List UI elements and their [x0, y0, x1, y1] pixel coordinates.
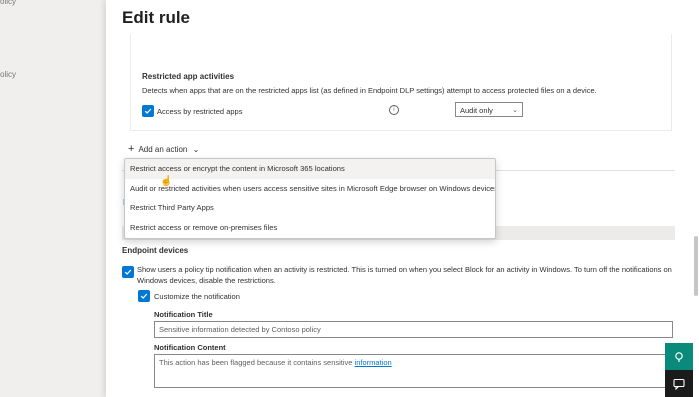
access-restricted-apps-label: Access by restricted apps	[157, 107, 243, 116]
check-icon	[140, 293, 148, 299]
chat-icon	[673, 378, 685, 390]
notification-title-value: Sensitive information detected by Contos…	[159, 325, 321, 334]
info-icon[interactable]: i	[389, 105, 399, 115]
left-navigation: olicy olicy	[0, 0, 106, 397]
customize-notification-checkbox[interactable]	[138, 290, 150, 302]
chevron-down-icon: ⌄	[192, 145, 200, 154]
restricted-app-heading: Restricted app activities	[142, 72, 235, 81]
feedback-icon	[675, 351, 683, 362]
access-restricted-apps-checkbox[interactable]	[142, 105, 154, 117]
page-title: Edit rule	[122, 8, 191, 27]
cursor-icon: ☝	[160, 176, 173, 187]
menu-item-restrict-third-party-apps[interactable]: Restrict Third Party Apps	[125, 198, 495, 218]
add-action-label: Add an action	[138, 145, 188, 154]
notification-content-textarea[interactable]: This action has been flagged because it …	[154, 354, 673, 388]
information-link[interactable]: information	[355, 358, 392, 367]
notification-content-value: This action has been flagged because it …	[159, 358, 353, 367]
notification-title-input[interactable]: Sensitive information detected by Contos…	[154, 321, 673, 338]
check-icon	[144, 108, 152, 114]
add-action-button[interactable]: + Add an action ⌄	[128, 143, 199, 155]
nav-fragment[interactable]: olicy	[0, 0, 16, 6]
show-policy-tip-checkbox[interactable]	[122, 266, 134, 278]
audit-mode-select[interactable]: Audit only ⌄	[455, 102, 523, 117]
menu-item-restrict-onprem-files[interactable]: Restrict access or remove on-premises fi…	[125, 218, 495, 238]
check-icon	[124, 269, 132, 275]
menu-item-audit-edge-sites[interactable]: Audit or restricted activities when user…	[125, 179, 495, 199]
chevron-down-icon: ⌄	[512, 107, 518, 114]
nav-fragment[interactable]: olicy	[0, 70, 16, 79]
restricted-app-card	[130, 34, 672, 131]
menu-item-restrict-encrypt-m365[interactable]: Restrict access or encrypt the content i…	[125, 159, 495, 179]
plus-icon: +	[128, 143, 135, 155]
add-action-menu: Restrict access or encrypt the content i…	[124, 158, 496, 239]
audit-mode-value: Audit only	[460, 106, 493, 115]
endpoint-devices-heading: Endpoint devices	[122, 246, 189, 255]
feedback-button[interactable]	[665, 343, 693, 370]
chat-button[interactable]	[665, 370, 693, 397]
notification-title-label: Notification Title	[154, 310, 213, 319]
customize-notification-label: Customize the notification	[154, 292, 240, 301]
policy-tip-description: Show users a policy tip notification whe…	[137, 265, 672, 285]
restricted-app-description: Detects when apps that are on the restri…	[142, 86, 597, 95]
notification-content-label: Notification Content	[154, 343, 226, 352]
scrollbar[interactable]	[694, 236, 698, 296]
